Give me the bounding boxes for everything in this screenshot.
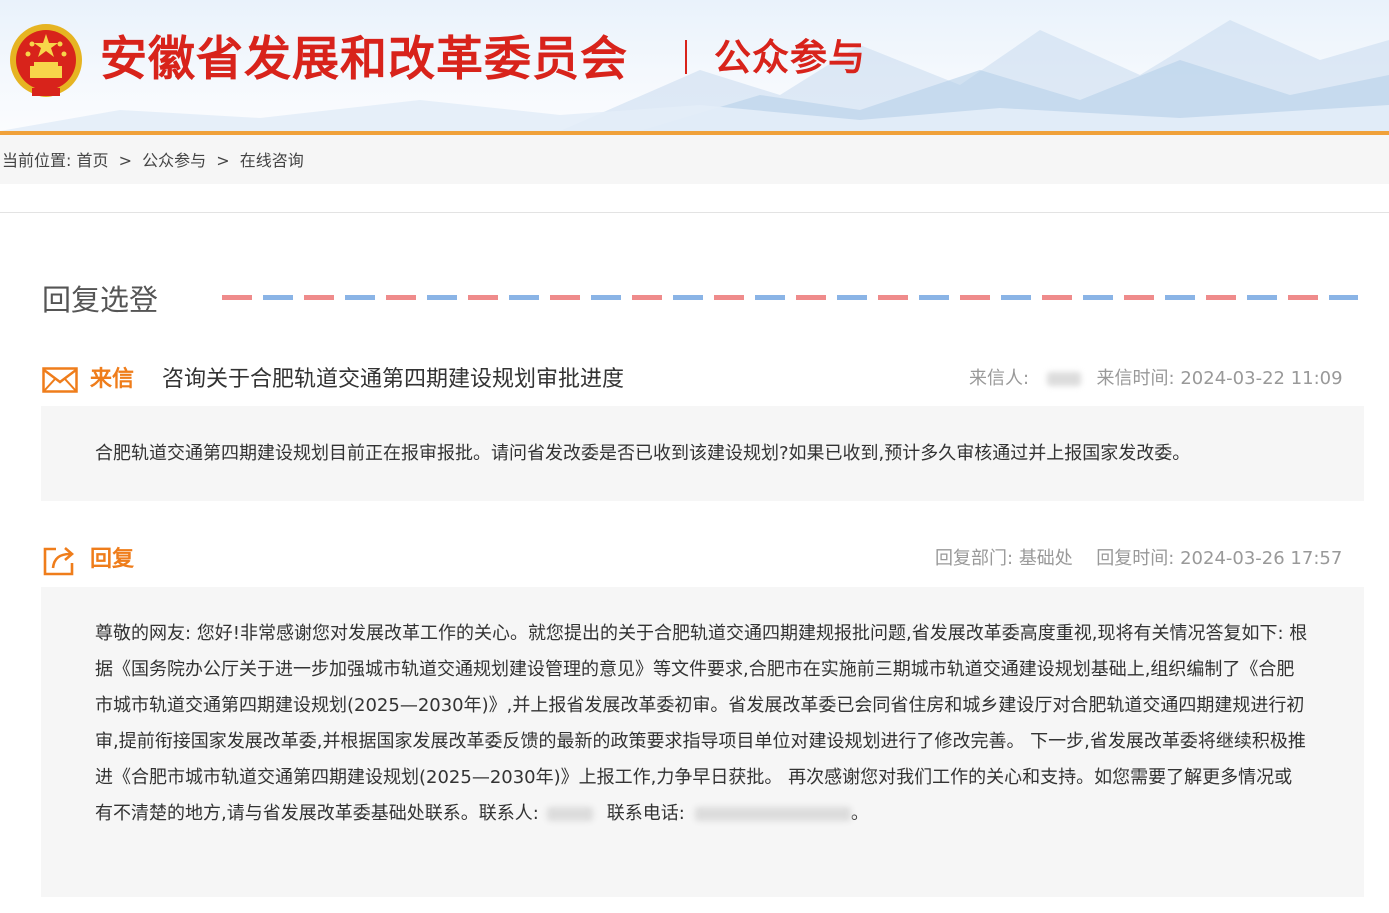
national-emblem-icon xyxy=(10,24,82,97)
reply-contact-phone-label: 联系电话: xyxy=(606,803,685,824)
breadcrumb-prefix: 当前位置: xyxy=(2,151,72,170)
site-title: 安徽省发展和改革委员会 xyxy=(100,32,628,87)
breadcrumb: 当前位置: 首页 > 公众参与 > 在线咨询 xyxy=(2,151,304,171)
letter-body-box: 合肥轨道交通第四期建设规划目前正在报审报批。请问省发改委是否已收到该建设规划?如… xyxy=(41,406,1364,501)
breadcrumb-public-participation-link[interactable]: 公众参与 xyxy=(142,151,206,170)
letter-body: 合肥轨道交通第四期建设规划目前正在报审报批。请问省发改委是否已收到该建设规划?如… xyxy=(95,443,1191,464)
airmail-divider xyxy=(222,295,1358,300)
redacted-sender xyxy=(1046,372,1081,386)
breadcrumb-separator: > xyxy=(118,151,133,170)
reply-meta: 回复部门: 基础处 回复时间: 2024-03-26 17:57 xyxy=(935,547,1342,571)
sender-label: 来信人: xyxy=(969,368,1030,389)
reply-time-label: 回复时间: xyxy=(1096,548,1175,569)
letter-time: 2024-03-22 11:09 xyxy=(1180,368,1343,389)
redacted-contact-name xyxy=(546,807,593,821)
breadcrumb-separator: > xyxy=(216,151,230,170)
reply-dept: 基础处 xyxy=(1018,548,1073,569)
reply-body: 尊敬的网友: 您好!非常感谢您对发展改革工作的关心。就您提出的关于合肥轨道交通四… xyxy=(95,616,1310,832)
share-reply-icon xyxy=(43,547,74,576)
section-title: 公众参与 xyxy=(714,36,866,79)
reply-dept-label: 回复部门: xyxy=(935,548,1014,569)
letter-label: 来信 xyxy=(90,367,135,392)
reply-end-mark: 。 xyxy=(850,803,869,824)
redacted-phone xyxy=(694,807,851,821)
content-divider xyxy=(0,212,1389,213)
header-banner: 安徽省发展和改革委员会 公众参与 xyxy=(0,0,1389,131)
title-divider xyxy=(685,40,687,74)
reply-time: 2024-03-26 17:57 xyxy=(1180,548,1343,569)
breadcrumb-home-link[interactable]: 首页 xyxy=(77,151,109,170)
envelope-icon xyxy=(42,367,78,393)
letter-time-label: 来信时间: xyxy=(1096,368,1175,389)
letter-meta: 来信人: 来信时间: 2024-03-22 11:09 xyxy=(969,367,1343,391)
breadcrumb-online-consultation-link[interactable]: 在线咨询 xyxy=(240,151,304,170)
letter-subject: 咨询关于合肥轨道交通第四期建设规划审批进度 xyxy=(162,367,625,392)
page-heading: 回复选登 xyxy=(42,283,159,317)
reply-body-box: 尊敬的网友: 您好!非常感谢您对发展改革工作的关心。就您提出的关于合肥轨道交通四… xyxy=(41,587,1364,897)
reply-body-text: 尊敬的网友: 您好!非常感谢您对发展改革工作的关心。就您提出的关于合肥轨道交通四… xyxy=(95,623,1308,824)
reply-label: 回复 xyxy=(90,547,135,572)
